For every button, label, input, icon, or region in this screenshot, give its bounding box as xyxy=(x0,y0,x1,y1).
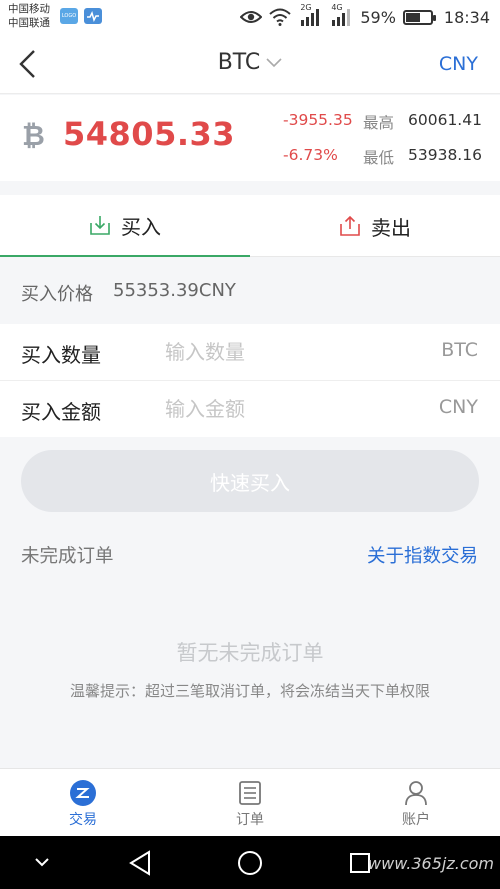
quantity-row: 买入数量 BTC xyxy=(0,324,500,380)
trade-tabs: 买入 卖出 xyxy=(0,195,500,257)
amount-label: 买入金额 xyxy=(21,400,101,424)
open-orders-title: 未完成订单 xyxy=(21,546,114,567)
nav-account-label: 账户 xyxy=(402,812,430,828)
top-navbar: BTC CNY xyxy=(0,34,500,94)
back-nav-icon[interactable] xyxy=(128,850,152,876)
battery-icon xyxy=(402,9,436,25)
tab-sell[interactable]: 卖出 xyxy=(250,195,500,257)
carrier-info: 中国移动 中国联通 xyxy=(8,2,50,30)
battery-percent: 59% xyxy=(360,7,396,27)
warning-tip: 温馨提示：超过三笔取消订单，将会冻结当天下单权限 xyxy=(69,682,430,700)
nav-account[interactable]: 账户 xyxy=(366,777,466,829)
carrier-1: 中国移动 xyxy=(8,3,50,15)
wifi-icon xyxy=(269,8,291,26)
status-bar: 中国移动 中国联通 LOGO 2G 4G 59% 18:34 xyxy=(0,0,500,34)
clock: 18:34 xyxy=(443,7,490,27)
account-icon xyxy=(405,781,427,806)
nav-orders[interactable]: 订单 xyxy=(200,777,300,829)
coin-name: BTC xyxy=(217,50,261,75)
low-label: 最低 xyxy=(363,149,395,167)
high-value: 60061.41 xyxy=(408,111,482,129)
tab-buy[interactable]: 买入 xyxy=(0,195,250,257)
home-icon[interactable] xyxy=(237,850,263,876)
open-orders-header: 未完成订单 关于指数交易 xyxy=(0,530,500,580)
empty-orders-message: 暂无未完成订单 xyxy=(176,641,324,665)
upload-icon xyxy=(340,215,360,236)
chevron-down-icon xyxy=(266,57,282,67)
eye-icon xyxy=(240,11,263,23)
quantity-label: 买入数量 xyxy=(21,343,101,367)
download-icon xyxy=(90,216,110,235)
collapse-icon[interactable] xyxy=(34,856,50,868)
watermark: www.365jz.com xyxy=(368,854,494,873)
coin-selector[interactable]: BTC xyxy=(218,50,283,75)
change-percent: -6.73% xyxy=(283,146,338,164)
change-amount: -3955.35 xyxy=(283,111,353,129)
bottom-tab-bar: 交易 订单 账户 xyxy=(0,768,500,836)
orders-icon xyxy=(239,781,261,805)
trade-icon xyxy=(70,780,96,806)
signal-4g-icon: 4G xyxy=(329,4,353,27)
quantity-input[interactable] xyxy=(165,336,405,368)
app-notification-icon: LOGO xyxy=(60,8,78,24)
currency-switch[interactable]: CNY xyxy=(439,53,478,75)
tab-sell-label: 卖出 xyxy=(371,215,411,240)
quantity-unit: BTC xyxy=(441,339,478,361)
amount-unit: CNY xyxy=(438,396,478,418)
nav-orders-label: 订单 xyxy=(236,812,264,828)
buy-price-row: 买入价格 55353.39CNY xyxy=(0,258,500,322)
carrier-2: 中国联通 xyxy=(8,17,50,29)
buy-price-label: 买入价格 xyxy=(21,284,93,305)
nav-trade-label: 交易 xyxy=(69,812,97,828)
low-value: 53938.16 xyxy=(408,146,482,164)
bitcoin-icon: ₿ xyxy=(22,119,45,152)
last-price: 54805.33 xyxy=(63,115,236,153)
signal-2g-icon: 2G xyxy=(298,4,322,27)
quick-buy-button[interactable]: 快速买入 xyxy=(21,450,479,512)
system-nav-bar: www.365jz.com xyxy=(0,836,500,889)
high-label: 最高 xyxy=(363,114,395,132)
tab-buy-label: 买入 xyxy=(121,214,161,239)
health-app-icon xyxy=(84,8,102,24)
nav-trade[interactable]: 交易 xyxy=(33,777,133,829)
amount-row: 买入金额 CNY xyxy=(0,381,500,437)
amount-input[interactable] xyxy=(165,393,405,425)
index-trading-link[interactable]: 关于指数交易 xyxy=(367,542,478,568)
buy-price-value: 55353.39CNY xyxy=(113,280,236,301)
price-ticker: ₿ 54805.33 -3955.35 最高 60061.41 -6.73% 最… xyxy=(0,95,500,181)
